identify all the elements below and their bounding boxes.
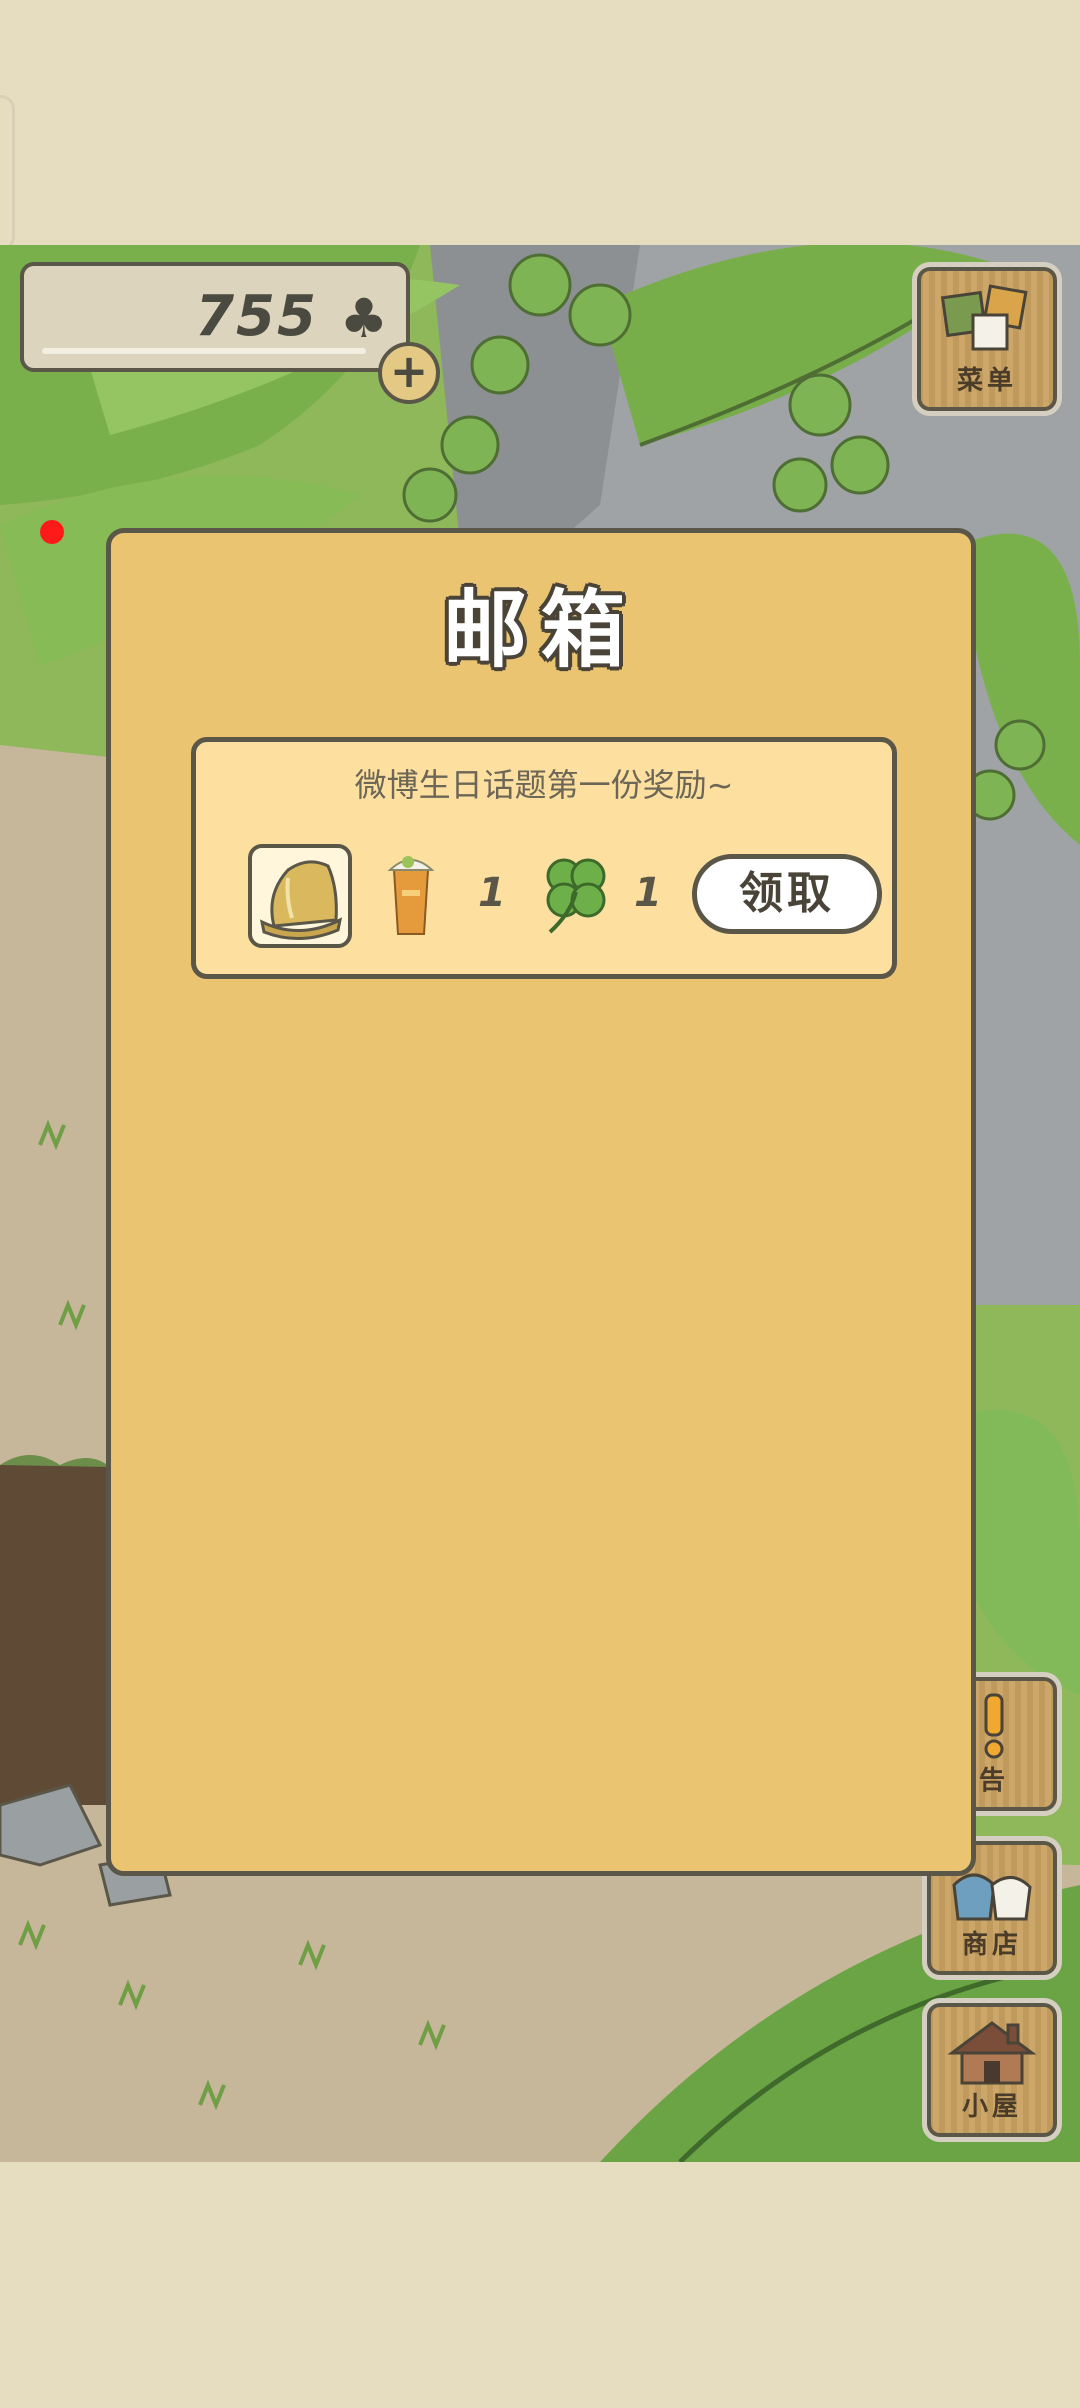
house-button[interactable]: 小屋 <box>922 1998 1062 2142</box>
mailbox-title: 邮箱 <box>442 581 639 679</box>
clover-icon: ♣ <box>339 287 388 350</box>
four-leaf-clover-icon <box>546 858 606 934</box>
mail-subject: 微博生日话题第一份奖励~ <box>354 766 734 804</box>
clover-count: 755 <box>195 284 318 349</box>
mail-item: 微博生日话题第一份奖励~ 1 1 领取 <box>191 737 897 979</box>
menu-label: 菜单 <box>956 366 1017 396</box>
drink-count: 1 <box>478 870 506 916</box>
mailbox-panel: 邮箱 微博生日话题第一份奖励~ 1 1 领取 <box>106 528 976 1876</box>
clover-reward-count: 1 <box>634 870 662 916</box>
house-label: 小屋 <box>961 2092 1022 2122</box>
drink-icon <box>387 856 435 935</box>
exclamation-icon <box>984 1693 1004 1759</box>
menu-icon <box>940 284 1028 351</box>
shop-label: 商店 <box>961 1930 1022 1960</box>
clover-counter: 755 ♣ <box>20 262 410 372</box>
bell-icon <box>248 844 352 948</box>
menu-button[interactable]: 菜单 <box>912 262 1062 416</box>
add-clover-button[interactable]: + <box>378 342 440 404</box>
notification-dot <box>40 520 64 544</box>
side-tab-handle[interactable] <box>0 95 15 251</box>
claim-button[interactable]: 领取 <box>692 854 882 934</box>
house-icon <box>947 2021 1037 2085</box>
counter-underline <box>42 348 366 354</box>
bottom-bar <box>0 2162 1080 2408</box>
